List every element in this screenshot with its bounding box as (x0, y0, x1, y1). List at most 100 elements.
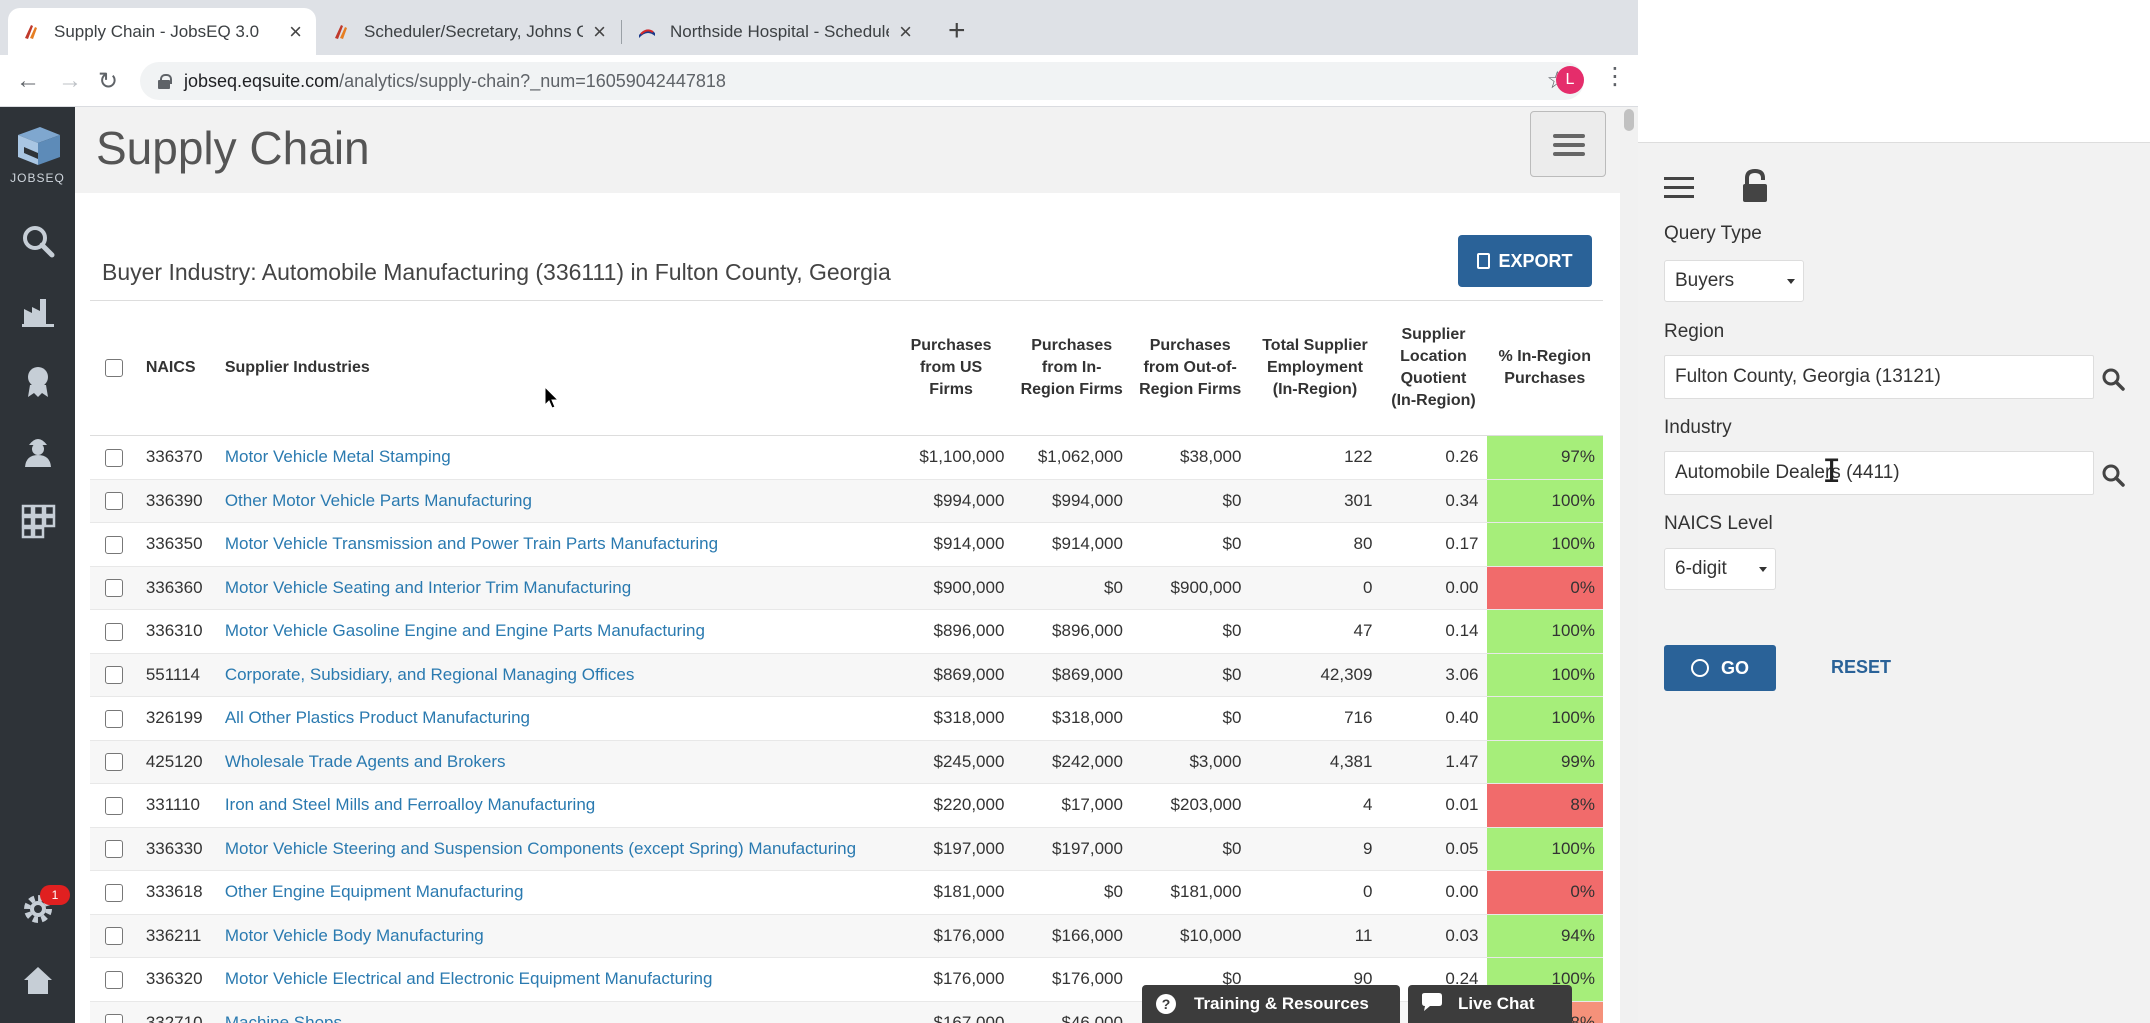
supplier-industry-link[interactable]: Machine Shops (216, 1001, 890, 1023)
browser-tab-northside[interactable]: Northside Hospital - Scheduler × (624, 8, 926, 55)
export-button[interactable]: EXPORT (1458, 235, 1592, 287)
purchases-in-region-value: $1,062,000 (1012, 435, 1131, 480)
table-row[interactable]: 326199 All Other Plastics Product Manufac… (90, 696, 1603, 741)
row-checkbox[interactable] (104, 666, 123, 685)
supplier-industry-link[interactable]: Motor Vehicle Metal Stamping (216, 435, 890, 480)
purchases-in-region-value: $46,000 (1012, 1001, 1131, 1023)
col-naics[interactable]: NAICS (137, 300, 217, 436)
col-location-quotient[interactable]: Supplier Location Quotient (In-Region) (1380, 300, 1487, 436)
url-field[interactable]: jobseq.eqsuite.com/analytics/supply-chai… (140, 62, 1584, 100)
worker-icon[interactable] (20, 433, 56, 469)
table-row[interactable]: 425120 Wholesale Trade Agents and Brokers… (90, 740, 1603, 784)
tab-title: Scheduler/Secretary, Johns Cr (364, 21, 584, 41)
row-checkbox[interactable] (104, 970, 123, 989)
dashboard-grid-icon[interactable] (20, 503, 56, 539)
browser-menu-icon[interactable]: ⋮ (1603, 62, 1627, 91)
purchases-us-value: $994,000 (889, 479, 1013, 523)
panel-menu-icon[interactable] (1664, 177, 1694, 204)
back-arrow-icon[interactable]: ← (16, 67, 40, 95)
supplier-industry-link[interactable]: All Other Plastics Product Manufacturing (216, 696, 890, 741)
browser-tab-scheduler[interactable]: Scheduler/Secretary, Johns Cr × (318, 8, 620, 55)
select-all-checkbox[interactable] (104, 358, 123, 377)
go-button[interactable]: GO (1664, 645, 1776, 691)
col-purchases-in-region[interactable]: Purchases from In-Region Firms (1012, 300, 1131, 436)
table-row[interactable]: 336211 Motor Vehicle Body Manufacturing $1… (90, 914, 1603, 958)
close-tab-icon[interactable]: × (593, 19, 606, 45)
search-icon[interactable] (20, 223, 56, 259)
table-row[interactable]: 336390 Other Motor Vehicle Parts Manufact… (90, 479, 1603, 523)
row-checkbox[interactable] (104, 927, 123, 946)
row-checkbox[interactable] (104, 883, 123, 902)
reload-icon[interactable]: ↻ (98, 67, 118, 96)
naics-code: 332710 (137, 1001, 217, 1023)
table-row[interactable]: 333618 Other Engine Equipment Manufacturi… (90, 870, 1603, 915)
purchases-us-value: $1,100,000 (889, 435, 1013, 480)
table-row[interactable]: 336350 Motor Vehicle Transmission and Pow… (90, 522, 1603, 567)
supplier-industry-link[interactable]: Other Motor Vehicle Parts Manufacturing (216, 479, 890, 523)
supplier-industry-link[interactable]: Other Engine Equipment Manufacturing (216, 870, 890, 915)
region-field[interactable]: Fulton County, Georgia (13121) (1664, 355, 2094, 399)
col-supplier-industries[interactable]: Supplier Industries (216, 300, 890, 436)
close-tab-icon[interactable]: × (289, 19, 302, 45)
supplier-industry-link[interactable]: Wholesale Trade Agents and Brokers (216, 740, 890, 784)
row-checkbox[interactable] (104, 622, 123, 641)
industry-search-icon[interactable] (2101, 463, 2125, 487)
new-tab-button[interactable]: + (948, 14, 966, 48)
forward-arrow-icon[interactable]: → (58, 67, 82, 95)
supplier-industry-link[interactable]: Motor Vehicle Transmission and Power Tra… (216, 522, 890, 567)
purchases-us-value: $245,000 (889, 740, 1013, 784)
browser-tab-supply-chain[interactable]: Supply Chain - JobsEQ 3.0 × (8, 8, 316, 55)
table-row[interactable]: 331110 Iron and Steel Mills and Ferroallo… (90, 783, 1603, 828)
supplier-industry-link[interactable]: Motor Vehicle Gasoline Engine and Engine… (216, 609, 890, 654)
naics-level-select[interactable]: 6-digit (1664, 548, 1776, 590)
scrollbar-thumb[interactable] (1624, 109, 1634, 131)
col-purchases-us[interactable]: Purchases from US Firms (889, 300, 1013, 436)
row-checkbox[interactable] (104, 709, 123, 728)
table-row[interactable]: 336330 Motor Vehicle Steering and Suspens… (90, 827, 1603, 871)
supplier-industry-link[interactable]: Corporate, Subsidiary, and Regional Mana… (216, 653, 890, 697)
col-purchases-out-region[interactable]: Purchases from Out-of-Region Firms (1130, 300, 1250, 436)
menu-toggle-button[interactable] (1530, 111, 1606, 177)
page-scrollbar[interactable] (1620, 107, 1638, 1023)
row-checkbox[interactable] (104, 579, 123, 598)
purchases-out-region-value: $203,000 (1130, 783, 1250, 828)
row-checkbox[interactable] (104, 1014, 123, 1023)
reset-button[interactable]: RESET (1831, 657, 1891, 678)
row-checkbox[interactable] (104, 535, 123, 554)
region-search-icon[interactable] (2101, 367, 2125, 391)
row-checkbox[interactable] (104, 448, 123, 467)
supplier-industry-link[interactable]: Motor Vehicle Steering and Suspension Co… (216, 827, 890, 871)
table-row[interactable]: 336370 Motor Vehicle Metal Stamping $1,100… (90, 435, 1603, 480)
award-icon[interactable] (20, 363, 56, 399)
profile-avatar[interactable]: L (1556, 66, 1584, 94)
unlocked-lock-icon[interactable] (1740, 169, 1770, 203)
table-row[interactable]: 336360 Motor Vehicle Seating and Interior… (90, 566, 1603, 610)
notification-badge[interactable]: 1 (40, 885, 70, 905)
hamburger-icon (1553, 134, 1585, 138)
close-tab-icon[interactable]: × (899, 19, 912, 45)
training-resources-button[interactable]: ? Training & Resources (1142, 985, 1400, 1023)
purchases-us-value: $900,000 (889, 566, 1013, 610)
supplier-industry-link[interactable]: Motor Vehicle Electrical and Electronic … (216, 957, 890, 1002)
location-quotient-value: 0.00 (1380, 870, 1487, 915)
live-chat-button[interactable]: Live Chat (1408, 985, 1572, 1023)
purchases-us-value: $914,000 (889, 522, 1013, 567)
table-row[interactable]: 336310 Motor Vehicle Gasoline Engine and … (90, 609, 1603, 654)
home-notifications-icon[interactable] (20, 962, 56, 998)
supplier-industry-link[interactable]: Iron and Steel Mills and Ferroalloy Manu… (216, 783, 890, 828)
row-checkbox[interactable] (104, 796, 123, 815)
query-type-select[interactable]: Buyers (1664, 260, 1804, 302)
location-quotient-value: 0.40 (1380, 696, 1487, 741)
supplier-industry-link[interactable]: Motor Vehicle Seating and Interior Trim … (216, 566, 890, 610)
table-row[interactable]: 551114 Corporate, Subsidiary, and Regiona… (90, 653, 1603, 697)
industry-field[interactable]: Automobile Dealers (4411) (1664, 451, 2094, 495)
supplier-industry-link[interactable]: Motor Vehicle Body Manufacturing (216, 914, 890, 958)
tab-title: Northside Hospital - Scheduler (670, 21, 890, 41)
row-checkbox[interactable] (104, 492, 123, 511)
row-checkbox[interactable] (104, 753, 123, 772)
row-select-cell (90, 827, 138, 871)
factory-icon[interactable] (20, 293, 56, 329)
col-pct-in-region[interactable]: % In-Region Purchases (1486, 300, 1603, 436)
row-checkbox[interactable] (104, 840, 123, 859)
col-supplier-employment[interactable]: Total Supplier Employment (In-Region) (1249, 300, 1381, 436)
